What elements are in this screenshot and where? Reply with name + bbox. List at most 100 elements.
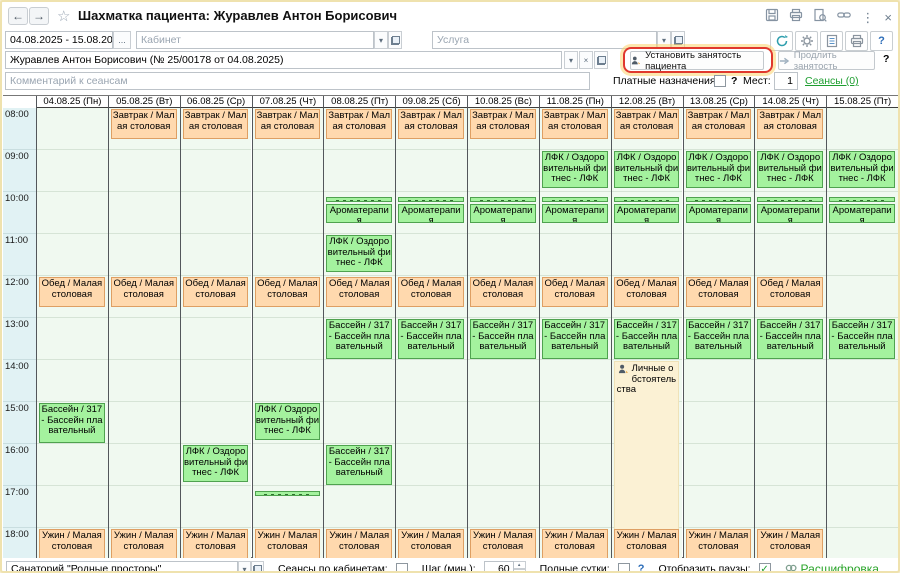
set-busy-button[interactable]: Установить занятость пациента	[630, 50, 764, 72]
full-day-checkbox[interactable]	[617, 563, 630, 571]
event-busy[interactable]: Личные обстоятельства	[613, 361, 680, 548]
event-meal[interactable]: Обед / Малая столовая	[39, 277, 105, 307]
event-meal[interactable]: Обед / Малая столовая	[757, 277, 824, 307]
sanatorium-open-button[interactable]	[251, 560, 264, 571]
event-meal[interactable]: Ужин / Малая столовая	[39, 529, 105, 558]
event-proc[interactable]: ЛФК / Оздоровительный фитнес - ЛФК	[685, 151, 752, 188]
event-proc[interactable]: ЛФК / Оздоровительный фитнес - ЛФК	[182, 445, 249, 482]
event-meal[interactable]: Ужин / Малая столовая	[613, 529, 680, 558]
sanatorium-input[interactable]: Санаторий "Родные просторы"	[6, 560, 238, 571]
event-meal[interactable]: Обед / Малая столовая	[398, 277, 464, 307]
day-column-10[interactable]: Завтрак / Малая столовая ЛФК / Оздоровите…	[682, 108, 755, 558]
event-proc[interactable]: Бассейн / 317 - Бассейн плавательный	[613, 319, 680, 359]
event-proc[interactable]: Ароматерапия	[398, 203, 464, 223]
event-proc[interactable]: Бассейн / 317 - Бассейн плавательный	[470, 319, 536, 359]
event-proc[interactable]: ЛФК / Оздоровительный фитнес - ЛФК	[326, 235, 393, 272]
by-cabinet-checkbox[interactable]	[395, 563, 408, 571]
event-proc[interactable]: ЛФК / Оздоровительный фитнес - ЛФК	[254, 403, 321, 440]
comment-input[interactable]: Комментарий к сеансам	[5, 72, 590, 90]
day-column-1[interactable]: Обед / Малая столовая Бассейн / 317 - Бас…	[36, 108, 108, 558]
day-column-5[interactable]: Завтрак / Малая столовая Ароматерапия ЛФК …	[323, 108, 396, 558]
event-meal[interactable]: Обед / Малая столовая	[254, 277, 321, 307]
event-meal[interactable]: Ужин / Малая столовая	[398, 529, 464, 558]
patient-clear-button[interactable]: ×	[579, 51, 593, 69]
patient-dropdown-button[interactable]: ▾	[564, 51, 578, 69]
settings-gear-button[interactable]	[795, 31, 818, 51]
save-icon[interactable]	[765, 8, 779, 27]
service-open-button[interactable]	[671, 31, 685, 49]
day-column-3[interactable]: Завтрак / Малая столовая Обед / Малая сто…	[179, 108, 252, 558]
event-meal[interactable]: Завтрак / Малая столовая	[326, 109, 393, 139]
event-proc[interactable]: Бассейн / 317 - Бассейн плавательный	[829, 319, 895, 359]
event-proc[interactable]: Ароматерапия	[470, 203, 536, 223]
event-proc[interactable]: Бассейн / 317 - Бассейн плавательный	[685, 319, 752, 359]
event-meal[interactable]: Завтрак / Малая столовая	[757, 109, 824, 139]
patient-open-button[interactable]	[594, 51, 608, 69]
event-sliver[interactable]	[254, 490, 321, 496]
seats-input[interactable]: 1	[774, 72, 798, 90]
event-proc[interactable]: Бассейн / 317 - Бассейн плавательный	[541, 319, 608, 359]
event-meal[interactable]: Обед / Малая столовая	[326, 277, 393, 307]
step-down-button[interactable]: ▾	[513, 569, 526, 571]
event-sliver[interactable]	[757, 196, 824, 202]
event-sliver[interactable]	[470, 196, 536, 202]
event-sliver[interactable]	[613, 196, 680, 202]
event-meal[interactable]: Ужин / Малая столовая	[110, 529, 177, 558]
event-proc[interactable]: Бассейн / 317 - Бассейн плавательный	[326, 445, 393, 485]
event-meal[interactable]: Обед / Малая столовая	[470, 277, 536, 307]
day-column-6[interactable]: Завтрак / Малая столовая Ароматерапия Обед…	[395, 108, 467, 558]
event-proc[interactable]: ЛФК / Оздоровительный фитнес - ЛФК	[541, 151, 608, 188]
event-sliver[interactable]	[829, 196, 895, 202]
event-meal[interactable]: Ужин / Малая столовая	[326, 529, 393, 558]
print-icon[interactable]	[789, 8, 803, 27]
cabinet-dropdown-button[interactable]: ▾	[374, 31, 388, 49]
event-meal[interactable]: Обед / Малая столовая	[613, 277, 680, 307]
event-proc[interactable]: ЛФК / Оздоровительный фитнес - ЛФК	[757, 151, 824, 188]
event-proc[interactable]: Ароматерапия	[541, 203, 608, 223]
event-meal[interactable]: Обед / Малая столовая	[541, 277, 608, 307]
service-dropdown-button[interactable]: ▾	[657, 31, 671, 49]
cabinet-open-button[interactable]	[388, 31, 402, 49]
period-picker-button[interactable]: ...	[113, 31, 131, 49]
event-proc[interactable]: Ароматерапия	[829, 203, 895, 223]
link-icon[interactable]	[837, 8, 852, 27]
event-proc[interactable]: Бассейн / 317 - Бассейн плавательный	[398, 319, 464, 359]
more-icon[interactable]: ⋮	[861, 10, 874, 25]
event-meal[interactable]: Завтрак / Малая столовая	[541, 109, 608, 139]
event-meal[interactable]: Ужин / Малая столовая	[757, 529, 824, 558]
event-meal[interactable]: Обед / Малая столовая	[110, 277, 177, 307]
day-column-2[interactable]: Завтрак / Малая столовая Обед / Малая сто…	[107, 108, 180, 558]
event-sliver[interactable]	[541, 196, 608, 202]
event-proc[interactable]: Ароматерапия	[757, 203, 824, 223]
period-input[interactable]: 04.08.2025 - 15.08.2025	[5, 31, 113, 49]
day-column-12[interactable]: ЛФК / Оздоровительный фитнес - ЛФК Аромат…	[826, 108, 898, 558]
event-meal[interactable]: Ужин / Малая столовая	[685, 529, 752, 558]
event-proc[interactable]: Ароматерапия	[685, 203, 752, 223]
event-meal[interactable]: Завтрак / Малая столовая	[685, 109, 752, 139]
event-proc[interactable]: Бассейн / 317 - Бассейн плавательный	[757, 319, 824, 359]
event-sliver[interactable]	[685, 196, 752, 202]
day-column-8[interactable]: Завтрак / Малая столовая ЛФК / Оздоровите…	[538, 108, 611, 558]
forward-button[interactable]: →	[29, 7, 49, 25]
patient-input[interactable]: Журавлев Антон Борисович (№ 25/00178 от …	[5, 51, 562, 69]
sessions-link[interactable]: Сеансы (0)	[805, 75, 859, 87]
event-proc[interactable]: Бассейн / 317 - Бассейн плавательный	[326, 319, 393, 359]
event-meal[interactable]: Ужин / Малая столовая	[541, 529, 608, 558]
event-proc[interactable]: ЛФК / Оздоровительный фитнес - ЛФК	[613, 151, 680, 188]
paid-checkbox[interactable]	[714, 75, 726, 87]
event-meal[interactable]: Ужин / Малая столовая	[470, 529, 536, 558]
event-meal[interactable]: Ужин / Малая столовая	[254, 529, 321, 558]
cabinet-input[interactable]: Кабинет	[136, 31, 374, 49]
service-input[interactable]: Услуга	[432, 31, 657, 49]
event-meal[interactable]: Обед / Малая столовая	[182, 277, 249, 307]
show-pauses-checkbox[interactable]: ✓	[758, 563, 771, 571]
event-meal[interactable]: Завтрак / Малая столовая	[182, 109, 249, 139]
full-day-help-link[interactable]: ?	[638, 563, 645, 571]
back-button[interactable]: ←	[8, 7, 28, 25]
paid-help-link[interactable]: ?	[731, 75, 737, 87]
event-meal[interactable]: Ужин / Малая столовая	[182, 529, 249, 558]
day-column-11[interactable]: Завтрак / Малая столовая ЛФК / Оздоровите…	[754, 108, 827, 558]
event-proc[interactable]: Ароматерапия	[613, 203, 680, 223]
event-proc[interactable]: Бассейн / 317 - Бассейн плавательный	[39, 403, 105, 443]
event-sliver[interactable]	[398, 196, 464, 202]
